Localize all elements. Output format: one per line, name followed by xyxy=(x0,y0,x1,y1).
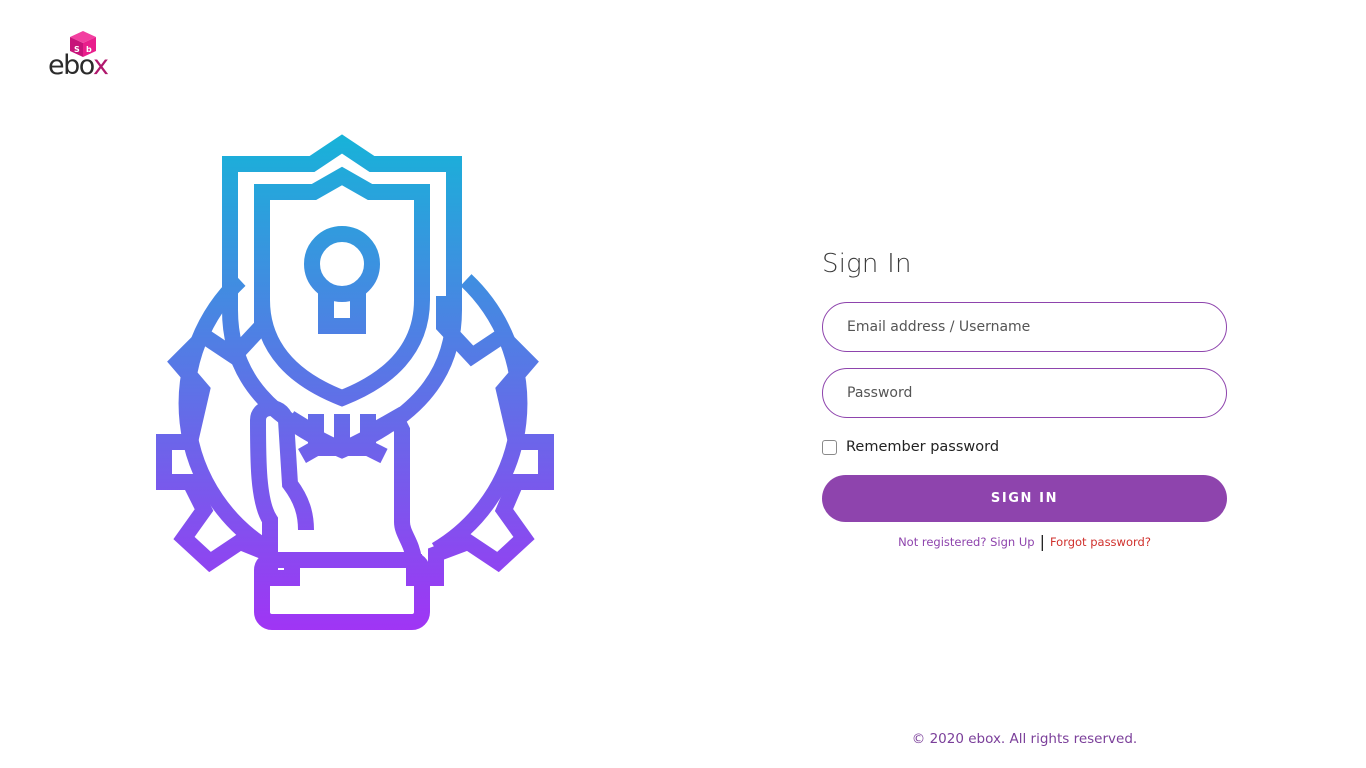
signup-link[interactable]: Not registered? Sign Up xyxy=(898,535,1035,549)
security-shield-hand-icon xyxy=(156,134,554,630)
auth-links: Not registered? Sign Up | Forgot passwor… xyxy=(822,532,1227,551)
forgot-password-link[interactable]: Forgot password? xyxy=(1050,535,1151,549)
logo-wordmark: ebox xyxy=(48,50,109,81)
password-field[interactable] xyxy=(822,368,1227,418)
footer-copyright: © 2020 ebox. All rights reserved. xyxy=(911,731,1138,747)
email-field[interactable] xyxy=(822,302,1227,352)
signin-title: Sign In xyxy=(822,249,912,279)
signin-button[interactable]: SIGN IN xyxy=(822,475,1227,522)
remember-checkbox[interactable] xyxy=(822,439,837,455)
link-separator: | xyxy=(1039,532,1045,551)
signin-form: Sign In Remember password SIGN IN Not re… xyxy=(822,246,1227,551)
remember-row: Remember password xyxy=(822,438,1227,456)
remember-label[interactable]: Remember password xyxy=(846,439,999,455)
login-page: S b ebox Sign In Email address / Usernam… xyxy=(0,0,1366,768)
brand-logo[interactable]: S b ebox xyxy=(48,30,120,84)
